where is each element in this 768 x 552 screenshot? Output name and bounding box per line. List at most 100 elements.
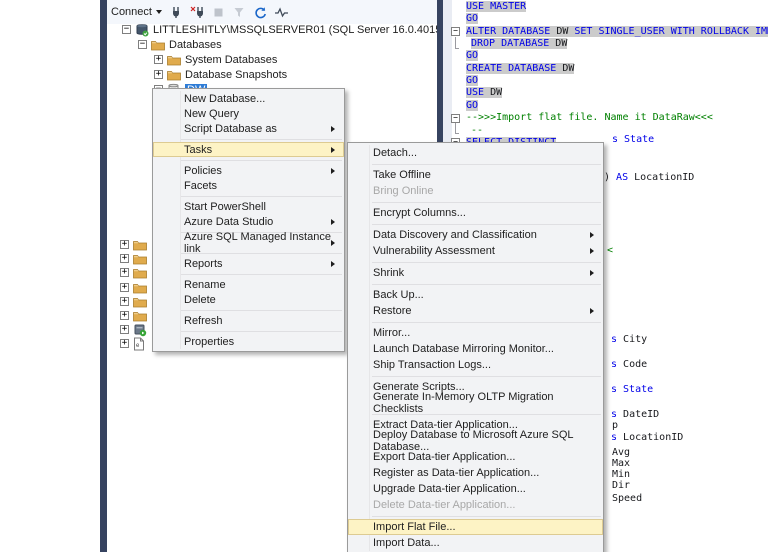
expand-icon[interactable]: + <box>120 325 129 334</box>
code-segment: GO <box>466 100 478 111</box>
code-line: -->>>Import flat file. Name it DataRaw<<… <box>466 112 713 124</box>
expand-icon[interactable]: + <box>120 240 129 249</box>
folder-icon <box>133 239 147 251</box>
stop-icon <box>211 5 226 20</box>
code-segment: GO <box>466 50 478 61</box>
tree-item-littleshitly-mssqlserver01-sql-server-16[interactable]: −LITTLESHITLY\MSSQLSERVER01 (SQL Server … <box>122 22 437 37</box>
expand-icon[interactable]: + <box>154 55 163 64</box>
object-explorer-left-border <box>100 0 107 552</box>
menu-separator <box>372 284 601 285</box>
code-line: ALTER DATABASE DW SET SINGLE_USER WITH R… <box>466 26 768 38</box>
menu-separator <box>372 262 601 263</box>
menu-item-label: Mirror... <box>373 327 410 339</box>
expand-icon[interactable]: + <box>120 297 129 306</box>
tree-item-clipped[interactable]: +e <box>120 336 151 351</box>
tasks-submenu-item-restore[interactable]: Restore <box>348 303 603 319</box>
tasks-submenu-item-import-data[interactable]: Import Data... <box>348 535 603 551</box>
expand-icon[interactable]: + <box>120 339 129 348</box>
context-menu-item-facets[interactable]: Facets <box>153 178 344 193</box>
code-segment: ALTER DATABASE <box>466 26 556 37</box>
menu-separator <box>181 196 342 197</box>
tasks-submenu-item-deploy-database-to-microsoft-azure-sql-database[interactable]: Deploy Database to Microsoft Azure SQL D… <box>348 433 603 449</box>
disconnect-plug-icon[interactable] <box>190 5 205 20</box>
code-fragment: s Code <box>611 359 647 371</box>
context-menu-item-script-database-as[interactable]: Script Database as <box>153 121 344 136</box>
context-menu-item-azure-data-studio[interactable]: Azure Data Studio <box>153 214 344 229</box>
expand-icon[interactable]: + <box>120 268 129 277</box>
submenu-arrow-icon <box>331 240 335 246</box>
tasks-submenu-item-ship-transaction-logs[interactable]: Ship Transaction Logs... <box>348 357 603 373</box>
menu-separator <box>181 331 342 332</box>
context-menu-item-properties[interactable]: Properties <box>153 334 344 349</box>
tasks-submenu-item-take-offline[interactable]: Take Offline <box>348 167 603 183</box>
expand-icon[interactable]: + <box>120 283 129 292</box>
menu-item-label: Bring Online <box>373 185 434 197</box>
tasks-submenu-item-encrypt-columns[interactable]: Encrypt Columns... <box>348 205 603 221</box>
context-menu-item-new-query[interactable]: New Query <box>153 106 344 121</box>
code-line: DROP DATABASE DW <box>471 38 567 50</box>
object-explorer-toolbar: Connect <box>107 0 437 24</box>
tree-item-clipped[interactable]: + <box>120 265 151 280</box>
tasks-submenu-item-data-discovery-and-classification[interactable]: Data Discovery and Classification <box>348 227 603 243</box>
tasks-submenu-item-mirror[interactable]: Mirror... <box>348 325 603 341</box>
context-menu-item-reports[interactable]: Reports <box>153 256 344 271</box>
selected-text: GO <box>466 75 478 86</box>
tree-item-databases[interactable]: −Databases <box>138 37 222 52</box>
tasks-submenu-item-vulnerability-assessment[interactable]: Vulnerability Assessment <box>348 243 603 259</box>
tasks-submenu-item-export-data-tier-application[interactable]: Export Data-tier Application... <box>348 449 603 465</box>
menu-item-label: New Database... <box>184 93 265 105</box>
expand-icon[interactable]: + <box>120 254 129 263</box>
activity-monitor-icon[interactable] <box>274 5 289 20</box>
tasks-submenu-item-upgrade-data-tier-application[interactable]: Upgrade Data-tier Application... <box>348 481 603 497</box>
context-menu-item-policies[interactable]: Policies <box>153 163 344 178</box>
context-menu-item-refresh[interactable]: Refresh <box>153 313 344 328</box>
tree-item-clipped[interactable]: + <box>120 294 151 309</box>
folder-icon <box>133 296 147 308</box>
tasks-submenu-item-back-up[interactable]: Back Up... <box>348 287 603 303</box>
expand-icon[interactable]: + <box>154 70 163 79</box>
context-menu-item-start-powershell[interactable]: Start PowerShell <box>153 199 344 214</box>
collapse-icon[interactable]: − <box>138 40 147 49</box>
collapse-icon[interactable]: − <box>122 25 131 34</box>
code-fold-collapse-icon[interactable]: − <box>451 27 460 36</box>
fold-guide-line <box>455 37 456 48</box>
context-menu-item-rename[interactable]: Rename <box>153 277 344 292</box>
context-menu-item-new-database[interactable]: New Database... <box>153 91 344 106</box>
tree-item-system-databases[interactable]: +System Databases <box>154 52 277 67</box>
connect-dropdown-button[interactable]: Connect <box>111 6 162 18</box>
code-segment: DW <box>556 26 574 37</box>
tasks-submenu-item-shrink[interactable]: Shrink <box>348 265 603 281</box>
tree-item-clipped[interactable]: + <box>120 308 151 323</box>
code-fragment: s State <box>612 134 654 146</box>
tasks-submenu-item-import-flat-file[interactable]: Import Flat File... <box>348 519 603 535</box>
code-segment: USE MASTER <box>466 1 526 12</box>
tree-item-clipped[interactable]: + <box>120 322 151 337</box>
fold-guide-line <box>455 123 456 133</box>
context-menu-item-tasks[interactable]: Tasks <box>153 142 344 157</box>
expand-icon[interactable]: + <box>120 311 129 320</box>
code-segment: s <box>611 359 623 370</box>
code-fragment: Speed <box>612 493 642 505</box>
code-fold-collapse-icon[interactable]: − <box>451 114 460 123</box>
tree-item-clipped[interactable]: + <box>120 237 151 252</box>
tree-item-clipped[interactable]: + <box>120 251 151 266</box>
tasks-submenu-item-generate-in-memory-oltp-migration-checklists[interactable]: Generate In-Memory OLTP Migration Checkl… <box>348 395 603 411</box>
code-fragment: Dir <box>612 480 630 492</box>
database-context-menu: New Database...New QueryScript Database … <box>152 88 345 352</box>
code-fragment: s DateID <box>611 409 659 421</box>
code-segment: Max <box>612 458 630 469</box>
connect-plug-icon[interactable] <box>169 5 184 20</box>
tree-item-clipped[interactable]: + <box>120 280 151 295</box>
folder-icon <box>167 54 181 66</box>
code-segment: DROP DATABASE <box>471 38 555 49</box>
tree-item-database-snapshots[interactable]: +Database Snapshots <box>154 67 287 82</box>
tasks-submenu-item-launch-database-mirroring-monitor[interactable]: Launch Database Mirroring Monitor... <box>348 341 603 357</box>
filter-icon <box>232 5 247 20</box>
context-menu-item-azure-sql-managed-instance-link[interactable]: Azure SQL Managed Instance link <box>153 235 344 250</box>
tasks-submenu-item-detach[interactable]: Detach... <box>348 145 603 161</box>
refresh-icon[interactable] <box>253 5 268 20</box>
context-menu-item-delete[interactable]: Delete <box>153 292 344 307</box>
tasks-submenu-item-register-as-data-tier-application[interactable]: Register as Data-tier Application... <box>348 465 603 481</box>
code-segment: GO <box>466 75 478 86</box>
code-segment: p <box>612 420 618 431</box>
